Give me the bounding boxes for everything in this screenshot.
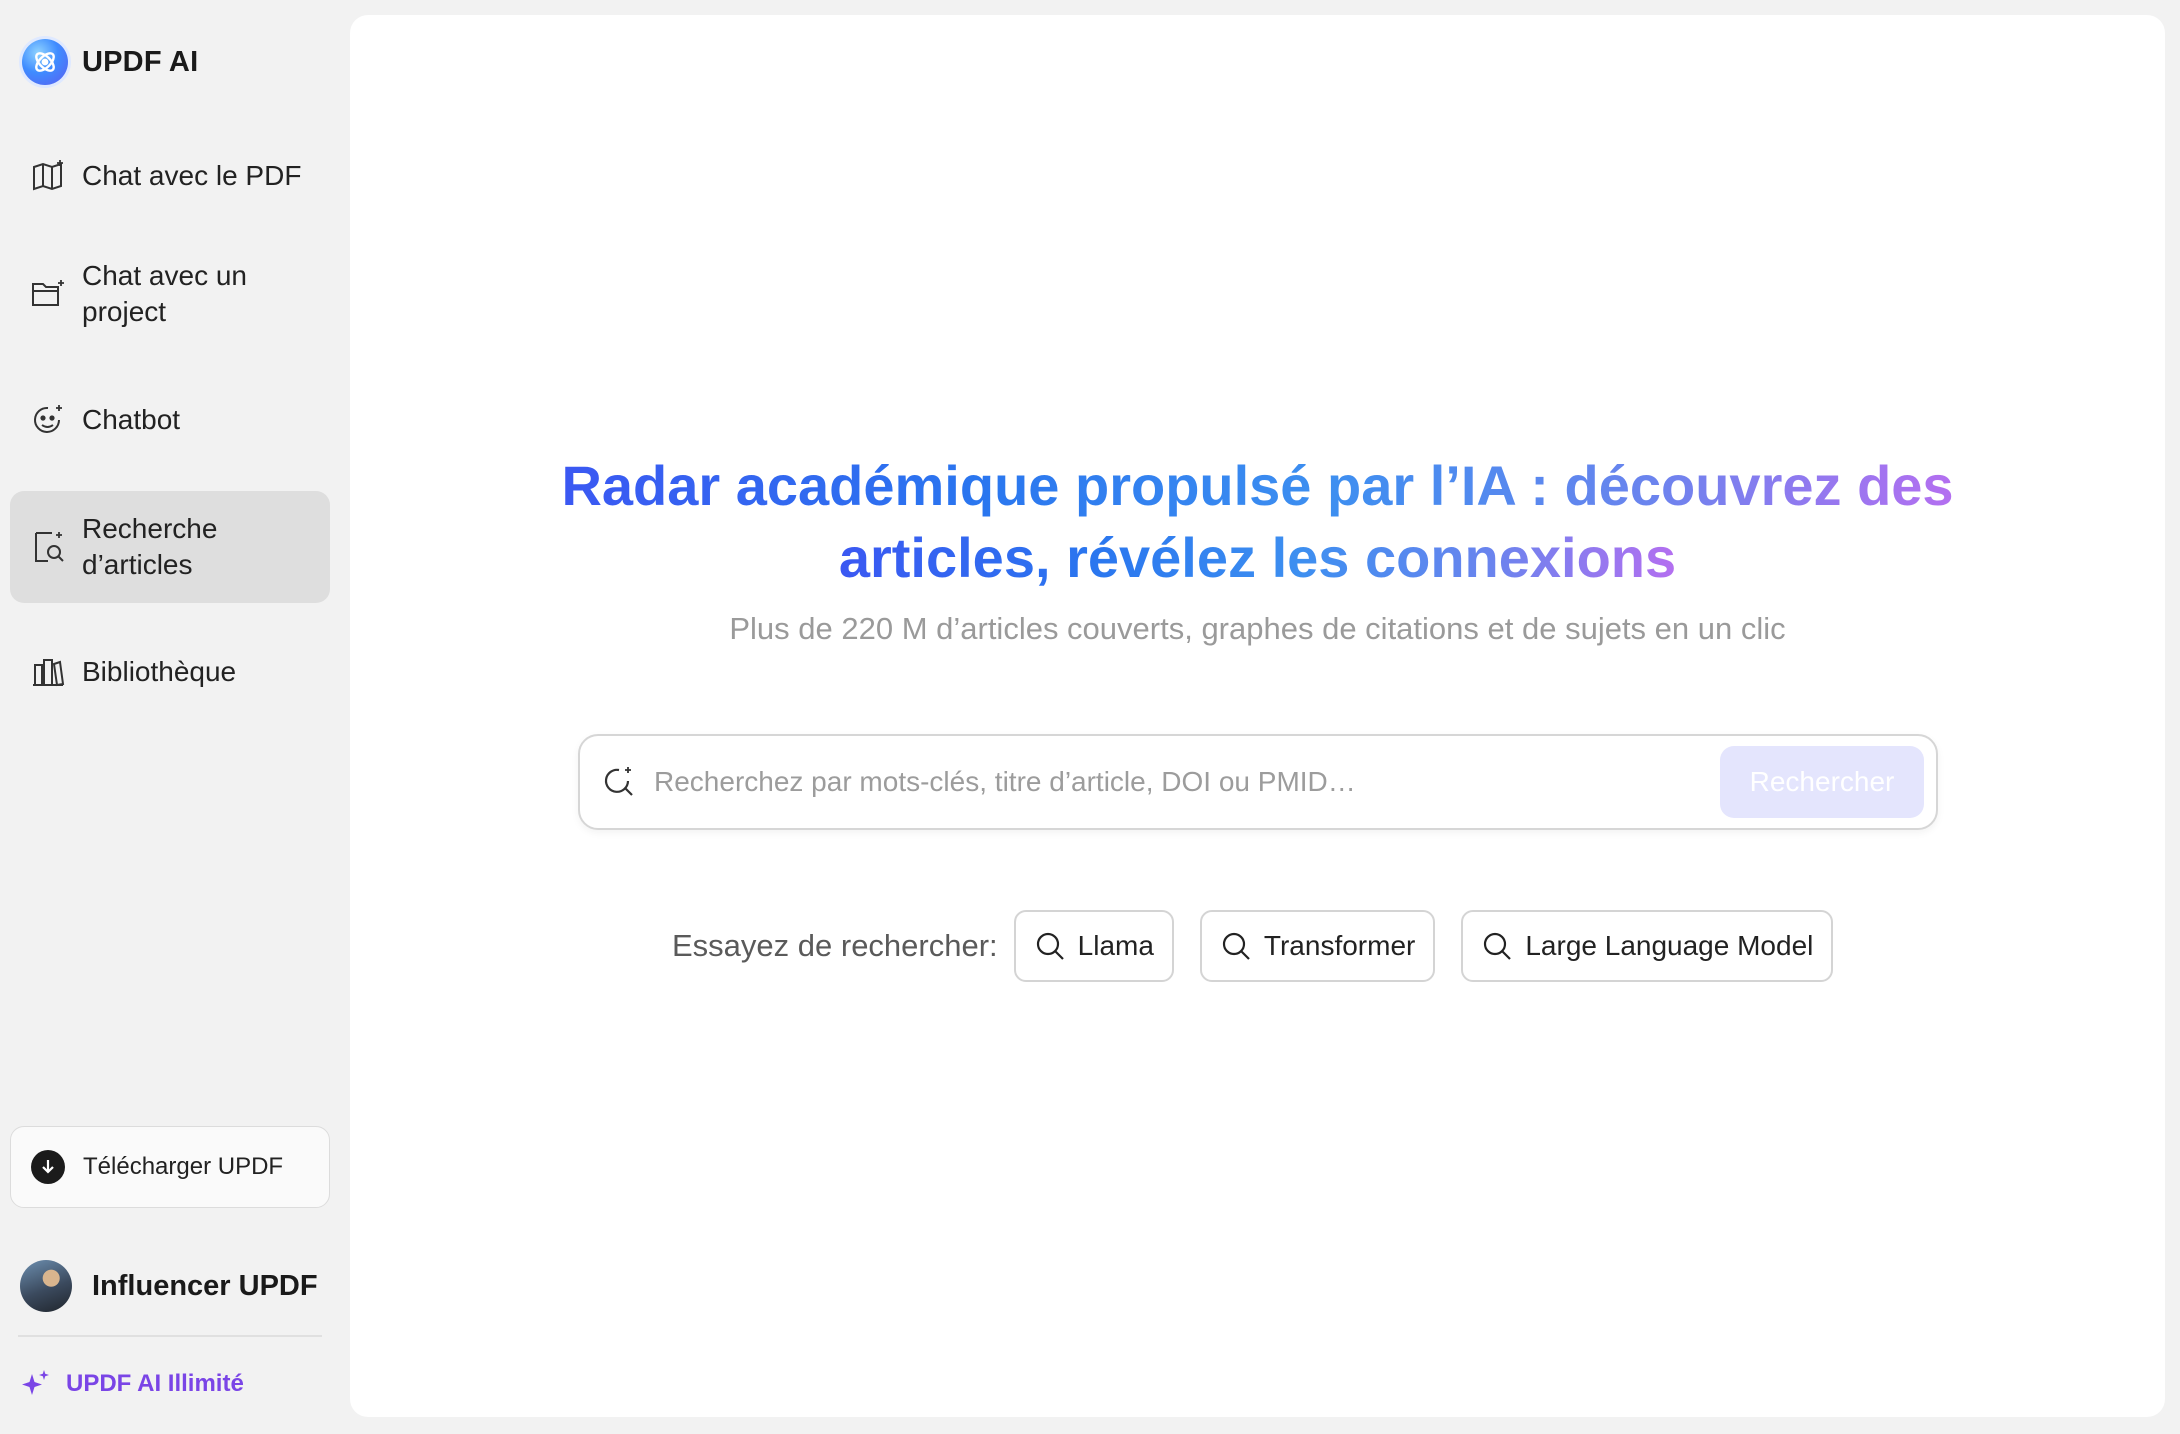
sidebar-item-library[interactable]: Bibliothèque — [10, 644, 330, 700]
suggestions-label: Essayez de rechercher: — [672, 928, 998, 963]
suggestion-chip-large-language-model[interactable]: Large Language Model — [1461, 910, 1834, 982]
bot-face-icon — [34, 405, 62, 433]
download-icon — [31, 1150, 65, 1184]
headline-line-2: articles, révélez les connexions — [838, 526, 1677, 589]
document-search-icon — [35, 532, 64, 562]
sidebar-item-chat-pdf[interactable]: Chat avec le PDF — [10, 148, 330, 204]
sidebar-item-label: Chatbot — [82, 404, 181, 435]
sidebar-item-label: Chat avec le PDF — [82, 160, 302, 191]
upgrade-label: UPDF AI Illimité — [66, 1370, 244, 1397]
page-subtitle: Plus de 220 M d’articles couverts, graph… — [729, 611, 1786, 646]
page-title: Radar académique propulsé par l’IA : déc… — [350, 450, 2165, 594]
sidebar-item-article-search[interactable]: Recherche d’articles — [10, 491, 330, 603]
sidebar-item-label: Bibliothèque — [82, 656, 237, 687]
updf-logo-icon — [22, 39, 68, 85]
library-icon — [33, 659, 65, 687]
sparkle-icon — [22, 1370, 49, 1395]
folder-sparkle-icon — [32, 280, 64, 306]
search-sparkle-icon — [604, 767, 633, 796]
user-name: Influencer UPDF — [92, 1269, 318, 1302]
chip-label: Transformer — [1263, 930, 1416, 961]
user-profile[interactable]: Influencer UPDF — [20, 1260, 318, 1312]
search-icon — [1036, 932, 1064, 960]
sidebar: UPDF AI Chat avec le PDF Chat avec un pr… — [0, 0, 348, 1434]
app-title: UPDF AI — [82, 45, 199, 78]
sidebar-item-chat-project[interactable]: Chat avec un project — [10, 256, 330, 332]
suggestion-chip-transformer[interactable]: Transformer — [1199, 910, 1436, 982]
search-icon — [1222, 932, 1250, 960]
search-bar: Rechercher — [578, 734, 1938, 830]
search-button[interactable]: Rechercher — [1720, 746, 1924, 818]
headline-line-1: Radar académique propulsé par l’IA : déc… — [561, 454, 1954, 517]
sidebar-item-chatbot[interactable]: Chatbot — [10, 392, 330, 448]
download-updf-button[interactable]: Télécharger UPDF — [10, 1126, 330, 1208]
chip-label: Llama — [1077, 930, 1154, 961]
main-panel: Radar académique propulsé par l’IA : déc… — [350, 15, 2165, 1417]
divider — [18, 1335, 322, 1337]
search-input[interactable] — [654, 766, 1720, 798]
search-icon — [1484, 932, 1512, 960]
chip-label: Large Language Model — [1525, 930, 1814, 961]
upgrade-link[interactable]: UPDF AI Illimité — [20, 1368, 244, 1400]
download-label: Télécharger UPDF — [83, 1153, 284, 1180]
sidebar-item-label: Recherche d’articles — [82, 513, 218, 580]
app-logo[interactable]: UPDF AI — [22, 38, 198, 86]
suggestion-chip-llama[interactable]: Llama — [1013, 910, 1174, 982]
suggestions-row: Essayez de rechercher: Llama Transformer… — [672, 910, 1834, 982]
avatar — [20, 1260, 72, 1312]
sidebar-item-label: Chat avec un project — [82, 260, 247, 327]
book-sparkle-icon — [33, 160, 63, 191]
